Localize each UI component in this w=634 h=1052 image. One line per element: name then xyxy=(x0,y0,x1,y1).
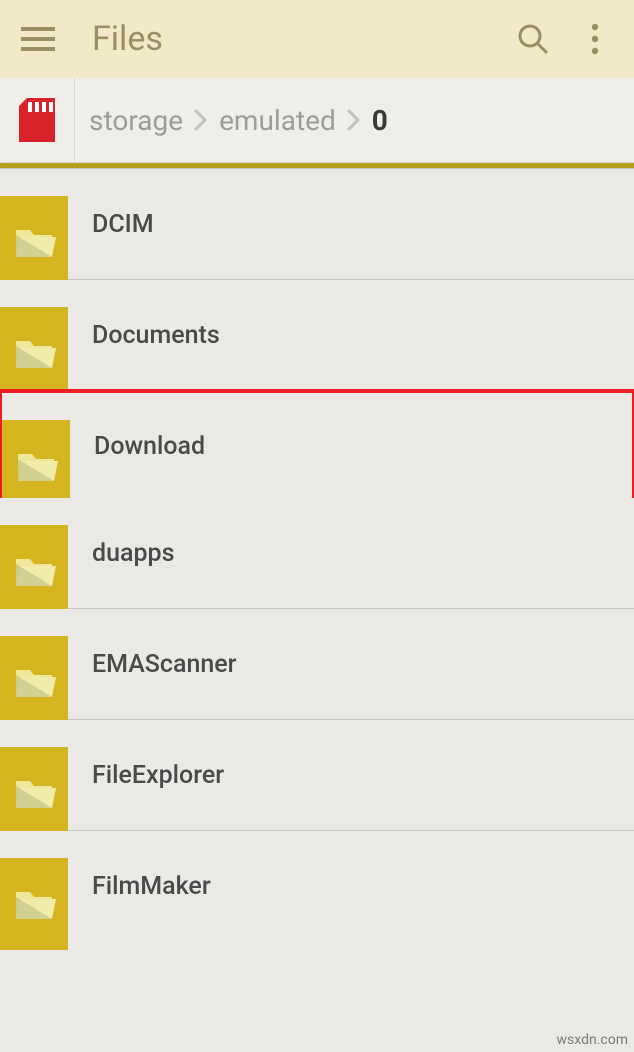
folder-list[interactable]: DCIM Documents Download duapps EMAScanner Fil… xyxy=(0,163,634,941)
folder-label: EMAScanner xyxy=(92,650,237,679)
folder-icon xyxy=(0,525,68,617)
list-item[interactable]: FileExplorer xyxy=(0,720,634,830)
storage-root-button[interactable] xyxy=(0,78,75,163)
folder-label: Download xyxy=(94,432,205,461)
list-item[interactable]: Documents xyxy=(0,280,634,390)
search-icon xyxy=(517,23,549,55)
breadcrumb-item-emulated[interactable]: emulated xyxy=(219,104,336,137)
breadcrumb-path: storage emulated 0 xyxy=(75,104,388,137)
page-title: Files xyxy=(68,19,502,59)
folder-label: FileExplorer xyxy=(92,761,224,790)
list-item[interactable]: FilmMaker xyxy=(0,831,634,941)
hamburger-icon xyxy=(21,27,55,51)
folder-label: Documents xyxy=(92,321,220,350)
folder-label: duapps xyxy=(92,539,174,568)
app-header: Files xyxy=(0,0,634,78)
search-button[interactable] xyxy=(502,8,564,70)
chevron-right-icon xyxy=(193,108,209,132)
list-item[interactable]: duapps xyxy=(0,498,634,608)
list-item[interactable]: DCIM xyxy=(0,169,634,279)
watermark: wsxdn.com xyxy=(557,1032,628,1048)
breadcrumb: storage emulated 0 xyxy=(0,78,634,163)
sd-card-icon xyxy=(19,98,55,142)
folder-label: FilmMaker xyxy=(92,872,211,901)
folder-icon xyxy=(0,636,68,728)
more-vert-icon xyxy=(591,23,599,55)
folder-icon xyxy=(0,196,68,288)
folder-icon xyxy=(0,307,68,399)
breadcrumb-item-current[interactable]: 0 xyxy=(372,104,388,137)
folder-label: DCIM xyxy=(92,210,154,239)
menu-button[interactable] xyxy=(8,9,68,69)
folder-icon xyxy=(0,747,68,839)
list-item[interactable]: Download xyxy=(0,389,634,499)
folder-icon xyxy=(0,858,68,950)
list-item[interactable]: EMAScanner xyxy=(0,609,634,719)
chevron-right-icon xyxy=(346,108,362,132)
breadcrumb-item-storage[interactable]: storage xyxy=(89,104,183,137)
more-button[interactable] xyxy=(564,8,626,70)
